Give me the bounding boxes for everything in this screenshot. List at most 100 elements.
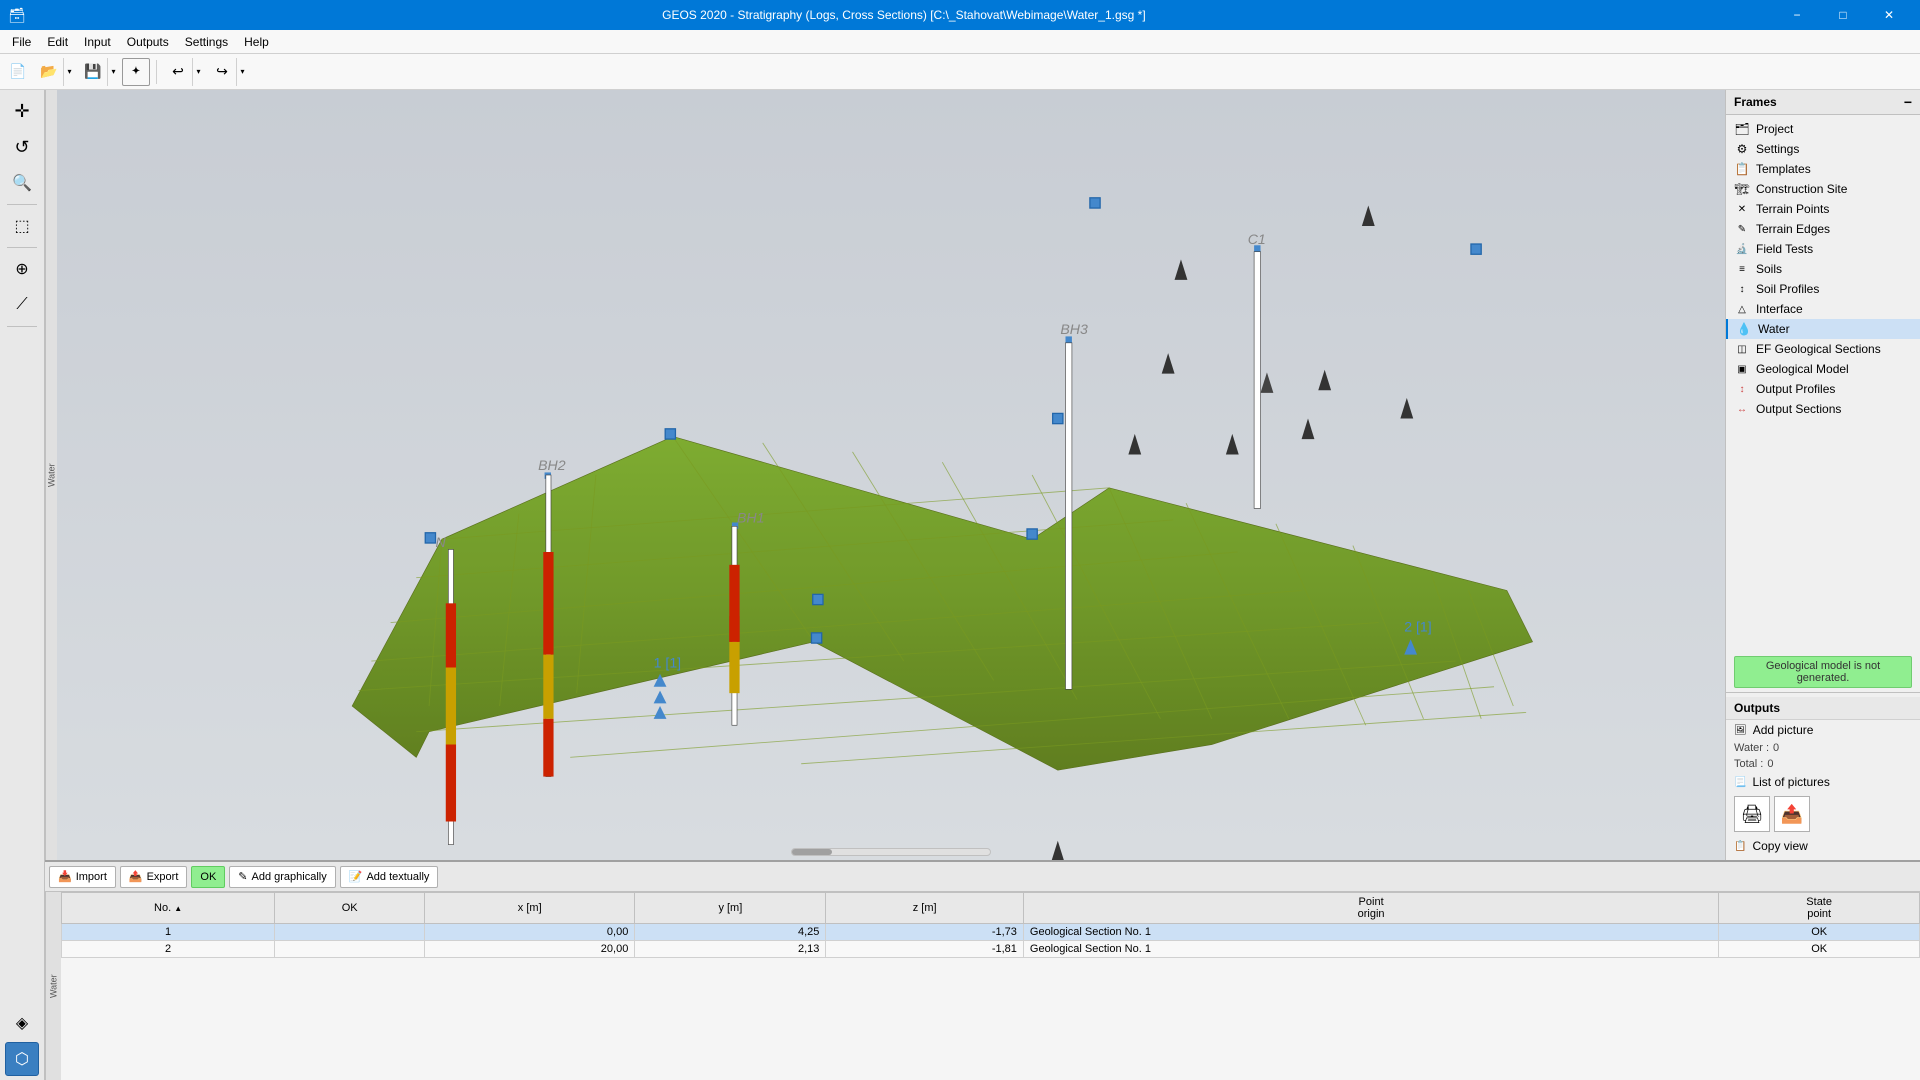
col-z[interactable]: z [m] <box>826 893 1023 924</box>
export-table-icon: 📤 <box>129 870 143 883</box>
col-y[interactable]: y [m] <box>635 893 826 924</box>
cell-z: -1,73 <box>826 924 1023 941</box>
viewport-scrollbar[interactable] <box>791 848 991 856</box>
maximize-button[interactable]: □ <box>1820 0 1866 30</box>
frame-label-interface: Interface <box>1756 302 1803 316</box>
tool-rotate[interactable]: ↺ <box>5 130 39 164</box>
redo-button[interactable]: ↪ <box>208 58 236 86</box>
frame-item-terrain-edges[interactable]: ✎ Terrain Edges <box>1726 219 1920 239</box>
tool-add-point[interactable]: ⊕ <box>5 252 39 286</box>
col-x[interactable]: x [m] <box>425 893 635 924</box>
frame-item-geological-sections[interactable]: ◫ EF Geological Sections <box>1726 339 1920 359</box>
table-row[interactable]: 2 20,00 2,13 -1,81 Geological Section No… <box>62 941 1920 958</box>
cell-no: 2 <box>62 941 275 958</box>
right-panel: Frames − 🗂 Project ⚙ Settings 📋 Template… <box>1725 90 1920 860</box>
add-graphically-button[interactable]: ✎ Add graphically <box>229 866 335 888</box>
undo-button[interactable]: ↩ <box>164 58 192 86</box>
frames-collapse[interactable]: − <box>1904 94 1912 110</box>
add-textually-button[interactable]: 📝 Add textually <box>340 866 439 888</box>
frame-item-terrain-points[interactable]: ✕ Terrain Points <box>1726 199 1920 219</box>
col-point-origin[interactable]: Pointorigin <box>1023 893 1718 924</box>
save-button[interactable]: 💾 <box>79 58 107 86</box>
col-no[interactable]: No. ▲ <box>62 893 275 924</box>
tool-move[interactable]: ✛ <box>5 94 39 128</box>
frame-item-project[interactable]: 🗂 Project <box>1726 119 1920 139</box>
minimize-button[interactable]: − <box>1774 0 1820 30</box>
cell-x: 0,00 <box>425 924 635 941</box>
list-of-pictures-button[interactable]: 📃 List of pictures <box>1726 772 1920 792</box>
frame-item-interface[interactable]: △ Interface <box>1726 299 1920 319</box>
new-button[interactable]: 📄 <box>4 58 32 86</box>
frame-item-construction-site[interactable]: 🏗 Construction Site <box>1726 179 1920 199</box>
add-textually-label: Add textually <box>366 871 429 883</box>
svg-text:BH1: BH1 <box>737 509 764 525</box>
tool-view-3d[interactable]: ◈ <box>5 1006 39 1040</box>
frame-item-soil-profiles[interactable]: ↕ Soil Profiles <box>1726 279 1920 299</box>
outputs-section: Outputs 🖼 Add picture Water : 0 Total : … <box>1726 692 1920 860</box>
scene-svg: BH1 BH2 <box>57 90 1725 860</box>
open-dropdown[interactable]: 📂 ▾ <box>34 58 76 86</box>
frame-item-soils[interactable]: ≡ Soils <box>1726 259 1920 279</box>
frame-item-settings[interactable]: ⚙ Settings <box>1726 139 1920 159</box>
redo-arrow[interactable]: ▾ <box>236 58 248 86</box>
main-layout: ✛ ↺ 🔍 ⬚ ⊕ ⟋ ◈ ⬡ Water <box>0 90 1920 1080</box>
cell-ok <box>275 941 425 958</box>
tool-view-solid[interactable]: ⬡ <box>5 1042 39 1076</box>
output-profiles-icon: ↕ <box>1734 384 1750 395</box>
undo-arrow[interactable]: ▾ <box>192 58 204 86</box>
frame-item-water[interactable]: 💧 Water <box>1726 319 1920 339</box>
cell-ok <box>275 924 425 941</box>
ok-label: OK <box>200 871 216 883</box>
menu-file[interactable]: File <box>4 33 39 51</box>
svg-text:1 [1]: 1 [1] <box>654 654 681 670</box>
special-button[interactable]: ✦ <box>122 58 150 86</box>
import-button[interactable]: 📥 Import <box>49 866 116 888</box>
menu-settings[interactable]: Settings <box>177 33 236 51</box>
col-state-point[interactable]: Statepoint <box>1719 893 1920 924</box>
menu-input[interactable]: Input <box>76 33 119 51</box>
tool-select-region[interactable]: ⬚ <box>5 209 39 243</box>
col-ok[interactable]: OK <box>275 893 425 924</box>
toolbar: 📄 📂 ▾ 💾 ▾ ✦ ↩ ▾ ↪ ▾ <box>0 54 1920 90</box>
geological-model-badge: Geological model is not generated. <box>1734 656 1912 688</box>
table-row[interactable]: 1 0,00 4,25 -1,73 Geological Section No.… <box>62 924 1920 941</box>
list-pictures-label: List of pictures <box>1752 775 1829 789</box>
copy-view-button[interactable]: 📋 Copy view <box>1726 836 1920 856</box>
export-table-button[interactable]: 📤 Export <box>120 866 188 888</box>
menu-help[interactable]: Help <box>236 33 277 51</box>
tool-zoom[interactable]: 🔍 <box>5 166 39 200</box>
add-picture-button[interactable]: 🖼 Add picture <box>1726 720 1920 740</box>
outputs-header: Outputs <box>1726 697 1920 720</box>
frame-item-field-tests[interactable]: 🔬 Field Tests <box>1726 239 1920 259</box>
frame-item-templates[interactable]: 📋 Templates <box>1726 159 1920 179</box>
frame-label-water: Water <box>1758 322 1790 336</box>
frame-label-terrain-edges: Terrain Edges <box>1756 222 1830 236</box>
viewport-3d[interactable]: BH1 BH2 <box>57 90 1725 860</box>
save-dropdown[interactable]: 💾 ▾ <box>78 58 120 86</box>
close-button[interactable]: ✕ <box>1866 0 1912 30</box>
redo-dropdown[interactable]: ↪ ▾ <box>207 58 249 86</box>
left-toolbar: ✛ ↺ 🔍 ⬚ ⊕ ⟋ ◈ ⬡ <box>0 90 45 1080</box>
field-tests-icon: 🔬 <box>1734 244 1750 255</box>
frame-label-construction-site: Construction Site <box>1756 182 1847 196</box>
open-arrow[interactable]: ▾ <box>63 58 75 86</box>
menu-edit[interactable]: Edit <box>39 33 76 51</box>
menu-outputs[interactable]: Outputs <box>119 33 177 51</box>
print-button[interactable]: 🖨 <box>1734 796 1770 832</box>
undo-dropdown[interactable]: ↩ ▾ <box>163 58 205 86</box>
ok-badge: OK <box>191 866 225 888</box>
open-button[interactable]: 📂 <box>35 58 63 86</box>
table-body: 1 0,00 4,25 -1,73 Geological Section No.… <box>62 924 1920 958</box>
title-bar: 🗃 GEOS 2020 - Stratigraphy (Logs, Cross … <box>0 0 1920 30</box>
data-table-container[interactable]: No. ▲ OK x [m] y [m] z [m] Pointorigin S… <box>61 892 1920 1080</box>
export-button[interactable]: 📤 <box>1774 796 1810 832</box>
list-pictures-icon: 📃 <box>1734 777 1746 788</box>
frame-item-output-profiles[interactable]: ↕ Output Profiles <box>1726 379 1920 399</box>
scrollbar-thumb[interactable] <box>792 849 832 855</box>
tool-add-line[interactable]: ⟋ <box>5 288 39 322</box>
frame-label-output-profiles: Output Profiles <box>1756 382 1835 396</box>
frame-item-output-sections[interactable]: ↔ Output Sections <box>1726 399 1920 419</box>
save-arrow[interactable]: ▾ <box>107 58 119 86</box>
frame-label-soil-profiles: Soil Profiles <box>1756 282 1819 296</box>
frame-item-geological-model[interactable]: ▣ Geological Model <box>1726 359 1920 379</box>
